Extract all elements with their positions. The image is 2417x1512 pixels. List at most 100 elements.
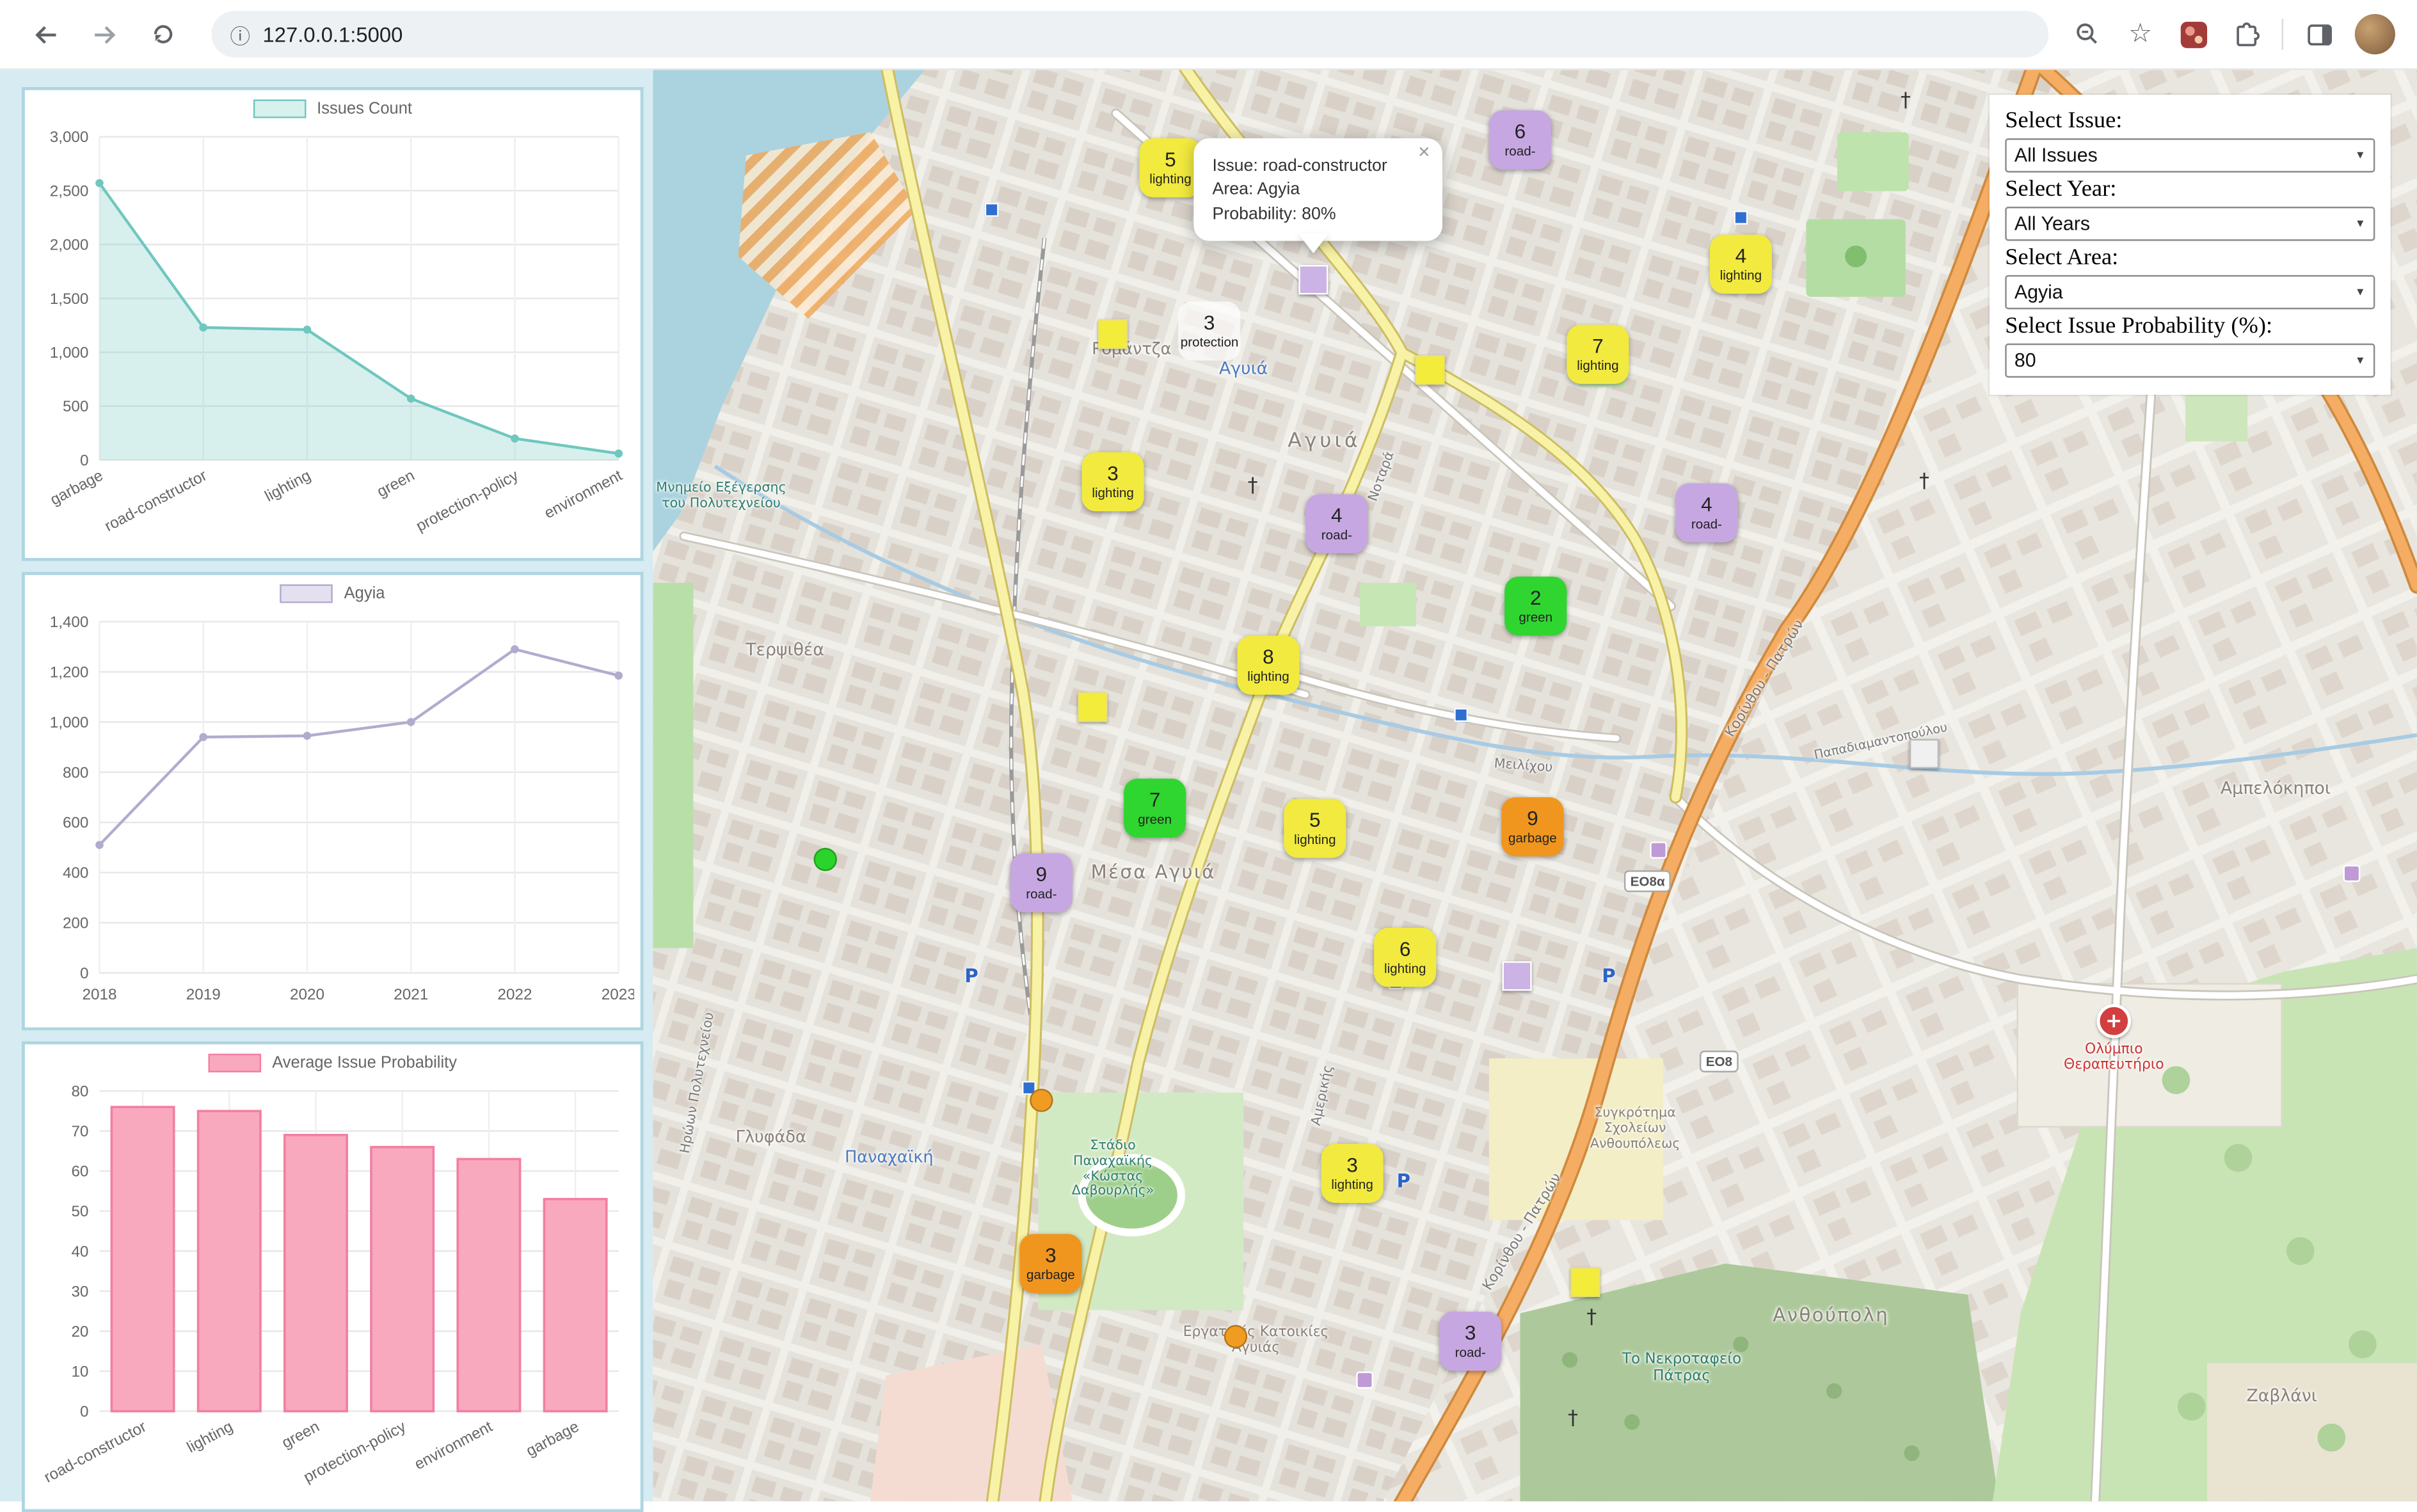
bus-icon (1454, 708, 1469, 722)
cluster-count: 4 (1331, 503, 1343, 527)
bookmark-button[interactable]: ☆ (2123, 17, 2157, 51)
map-square-marker[interactable] (1502, 961, 1532, 991)
extensions-puzzle-icon (2236, 21, 2259, 46)
side-panel-icon (2307, 24, 2331, 45)
map-square-marker[interactable] (1909, 738, 1940, 769)
map-place-label: Γλυφάδα (735, 1128, 806, 1147)
probability-select[interactable]: 80 ▼ (2005, 343, 2375, 378)
cluster-label: road- (1504, 143, 1536, 159)
svg-text:1,400: 1,400 (50, 614, 89, 631)
cluster-label: road- (1026, 886, 1057, 902)
map-place-label: Αγυιά (1219, 358, 1268, 379)
svg-text:1,000: 1,000 (50, 344, 89, 362)
cluster-count: 6 (1399, 937, 1411, 961)
svg-text:1,200: 1,200 (50, 664, 89, 681)
legend-label: Agyia (344, 584, 385, 603)
profile-avatar[interactable] (2354, 13, 2395, 55)
cluster-count: 3 (1203, 310, 1215, 335)
map-place-label: Στάδιο Παναχαϊκής «Κώστας Δαβουρλής» (1071, 1138, 1154, 1200)
year-select[interactable]: All Years ▼ (2005, 207, 2375, 241)
map-square-marker[interactable] (1098, 319, 1128, 349)
page-info-icon[interactable]: ⓘ (230, 19, 250, 49)
parking-icon: P (1602, 965, 1616, 987)
map-dot-marker[interactable] (1224, 1325, 1248, 1349)
map-square-marker[interactable] (1415, 355, 1445, 385)
chart-card-area-by-year: Agyia 0 200 400 600 800 1,000 1,200 1,400 2018 20… (22, 571, 644, 1031)
cluster-count: 7 (1149, 788, 1161, 811)
map-cluster-marker[interactable]: 4 road- (1675, 483, 1738, 543)
map-cluster-marker[interactable]: 3 garbage (1019, 1234, 1082, 1293)
map-cluster-marker[interactable]: 2 green (1504, 577, 1567, 636)
chart-legend[interactable]: Average Issue Probability (28, 1047, 637, 1079)
svg-text:500: 500 (63, 398, 89, 415)
tooltip-area: Area: Agyia (1212, 180, 1300, 199)
avg-probability-chart: 0 10 20 30 40 50 60 70 80 road-constructor lightin… (41, 1083, 619, 1486)
map-cluster-marker[interactable]: 3 protection- (1178, 301, 1241, 361)
map-square-marker[interactable] (1298, 265, 1328, 295)
cluster-label: road- (1455, 1344, 1486, 1360)
map-place-label: Το Νεκροταφείο Πάτρας (1622, 1350, 1742, 1385)
extension-shortcut[interactable] (2176, 17, 2210, 51)
address-bar[interactable]: ⓘ 127.0.0.1:5000 (211, 11, 2049, 58)
charts-sidebar: Issues Count 0 500 1,000 1,500 2,000 2,500 3,0… (0, 70, 653, 1512)
chart-card-issues-count: Issues Count 0 500 1,000 1,500 2,000 2,500 3,0… (22, 87, 644, 561)
map-square-marker[interactable] (1078, 692, 1108, 722)
map-cluster-marker[interactable]: 6 road- (1488, 110, 1552, 170)
issue-select[interactable]: All Issues ▼ (2005, 138, 2375, 173)
chart-legend[interactable]: Issues Count (28, 93, 637, 125)
area-select[interactable]: Agyia ▼ (2005, 275, 2375, 310)
chevron-down-icon: ▼ (2354, 150, 2366, 161)
side-panel-button[interactable] (2302, 17, 2336, 51)
toolbar-divider (2281, 19, 2284, 50)
extension-colored-icon (2180, 20, 2206, 48)
back-arrow-icon (34, 25, 56, 44)
svg-text:10: 10 (71, 1363, 88, 1380)
cluster-count: 5 (1165, 147, 1176, 171)
svg-text:garbage: garbage (523, 1418, 582, 1460)
map-canvas[interactable]: Ρομάντζα Αγυιά Αγυιά Μέσα Αγυιά Τερψιθέα Γλυφ… (653, 70, 2417, 1502)
svg-text:1,500: 1,500 (50, 290, 89, 308)
back-button[interactable] (22, 11, 68, 58)
forward-button[interactable] (81, 11, 127, 58)
shop-icon (1650, 841, 1667, 859)
svg-text:40: 40 (71, 1243, 88, 1261)
svg-text:80: 80 (71, 1083, 88, 1101)
map-cluster-marker[interactable]: 9 garbage (1501, 797, 1564, 857)
extensions-menu[interactable] (2229, 17, 2263, 51)
map-dot-marker[interactable] (1030, 1088, 1053, 1112)
cluster-label: lighting (1092, 484, 1134, 501)
parking-icon: P (1396, 1170, 1410, 1192)
map-square-marker[interactable] (1570, 1267, 1600, 1297)
map-cluster-marker[interactable]: 3 lighting (1321, 1143, 1384, 1203)
svg-text:environment: environment (411, 1418, 495, 1474)
map-cluster-marker[interactable]: 5 lighting (1139, 138, 1202, 198)
tooltip-close-icon[interactable]: × (1418, 141, 1430, 162)
chart-legend[interactable]: Agyia (28, 578, 637, 610)
year-select-value: All Years (2014, 212, 2091, 235)
cluster-label: garbage (1508, 830, 1557, 846)
map-cluster-marker[interactable]: 3 lighting (1081, 452, 1144, 512)
map-cluster-marker[interactable]: 4 lighting (1709, 234, 1772, 294)
map-cluster-marker[interactable]: 6 lighting (1374, 928, 1437, 987)
map-cluster-marker[interactable]: 7 lighting (1567, 324, 1629, 384)
map-cluster-marker[interactable]: 3 road- (1439, 1311, 1502, 1371)
map-place-label: Αμπελόκηποι (2220, 778, 2331, 799)
map-cluster-marker[interactable]: 4 road- (1305, 494, 1368, 553)
zoom-button[interactable] (2070, 17, 2104, 51)
map-dot-marker[interactable] (813, 847, 837, 871)
map-cluster-marker[interactable]: 7 green (1124, 778, 1186, 838)
svg-text:lighting: lighting (184, 1418, 236, 1456)
filter-panel: Select Issue: All Issues ▼ Select Year: A… (1989, 95, 2391, 395)
cemetery-area (1520, 1263, 1999, 1502)
svg-text:road-constructor: road-constructor (41, 1418, 149, 1486)
svg-text:green: green (374, 467, 417, 501)
bus-icon (984, 202, 999, 217)
reload-button[interactable] (140, 11, 187, 58)
svg-text:2023: 2023 (602, 986, 634, 1003)
map-cluster-marker[interactable]: 9 road- (1010, 853, 1073, 912)
map-cluster-marker[interactable]: 5 lighting (1284, 799, 1346, 858)
map-cluster-marker[interactable]: 8 lighting (1237, 635, 1300, 695)
cluster-count: 6 (1514, 120, 1526, 143)
shop-icon (2343, 864, 2361, 882)
cross-icon: † (1919, 470, 1929, 494)
